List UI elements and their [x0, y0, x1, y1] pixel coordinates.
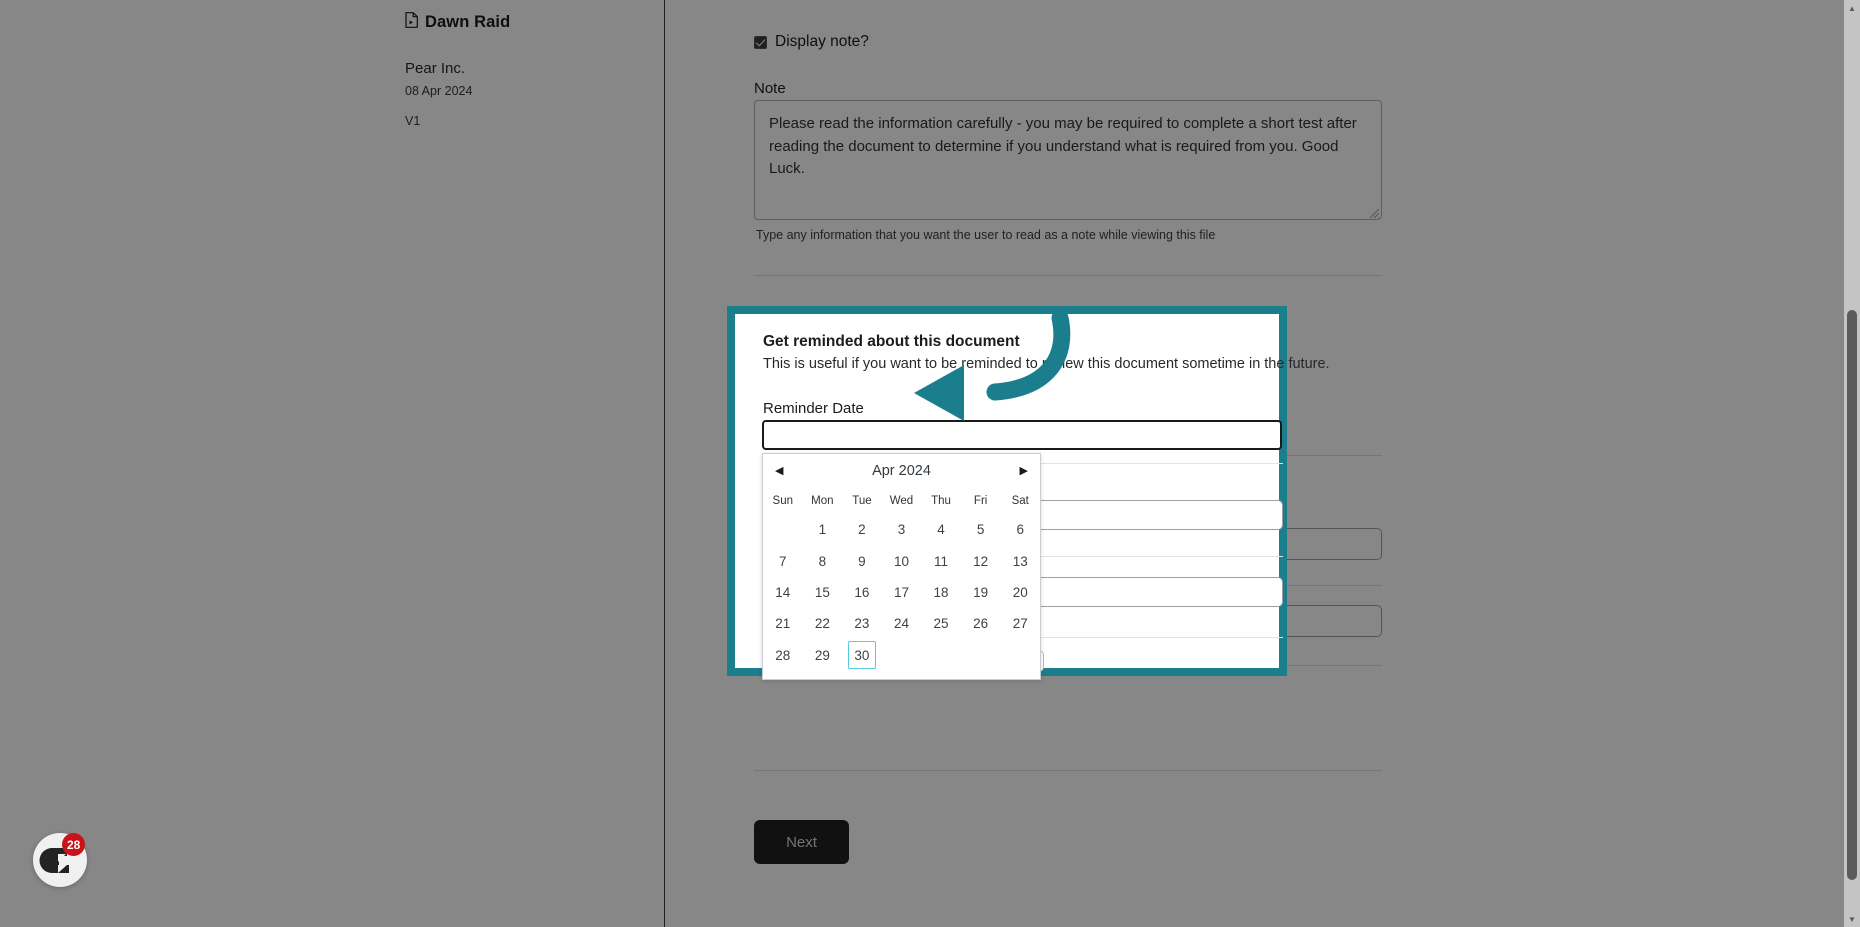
datepicker-day-28[interactable]: 28 — [763, 640, 803, 671]
datepicker-weekday: Thu — [931, 495, 951, 507]
prev-month-icon[interactable]: ◀ — [775, 465, 783, 477]
datepicker-day-7[interactable]: 7 — [763, 545, 803, 576]
document-title-text: Dawn Raid — [425, 13, 511, 31]
form-divider — [754, 275, 1382, 276]
datepicker-day-15[interactable]: 15 — [803, 577, 843, 608]
datepicker-day-1[interactable]: 1 — [803, 514, 843, 545]
datepicker-day-3[interactable]: 3 — [882, 514, 922, 545]
datepicker-day-16[interactable]: 16 — [842, 577, 882, 608]
datepicker-day-20[interactable]: 20 — [1000, 577, 1040, 608]
document-version: V1 — [405, 114, 421, 128]
form-divider — [754, 770, 1382, 771]
next-month-icon[interactable]: ▶ — [1020, 465, 1028, 477]
scroll-down-icon[interactable]: ▼ — [1844, 911, 1860, 927]
datepicker-day-23[interactable]: 23 — [842, 608, 882, 639]
datepicker-day-17[interactable]: 17 — [882, 577, 922, 608]
document-date: 08 Apr 2024 — [405, 84, 473, 98]
vertical-scrollbar[interactable]: ▲ ▼ — [1844, 0, 1860, 927]
datepicker-day-27[interactable]: 27 — [1000, 608, 1040, 639]
datepicker-weekday: Wed — [889, 495, 914, 507]
reminder-date-label: Reminder Date — [763, 400, 864, 417]
datepicker-day-24[interactable]: 24 — [882, 608, 922, 639]
file-video-icon — [405, 12, 418, 33]
datepicker-day-19[interactable]: 19 — [961, 577, 1001, 608]
scroll-up-icon[interactable]: ▲ — [1844, 0, 1860, 16]
reminder-panel-highlight: Get reminded about this document This is… — [727, 306, 1330, 680]
display-note-checkbox[interactable] — [754, 35, 767, 49]
reminder-date-input[interactable] — [762, 420, 1282, 450]
datepicker-day-6[interactable]: 6 — [1000, 514, 1040, 545]
datepicker-day-12[interactable]: 12 — [961, 545, 1001, 576]
datepicker-day-11[interactable]: 11 — [921, 545, 961, 576]
datepicker-weekday: Tue — [852, 495, 872, 507]
datepicker-day-10[interactable]: 10 — [882, 545, 922, 576]
datepicker-day-21[interactable]: 21 — [763, 608, 803, 639]
datepicker-weekday: Fri — [973, 495, 988, 507]
datepicker-day-9[interactable]: 9 — [842, 545, 882, 576]
note-textarea[interactable] — [754, 100, 1382, 220]
display-note-label: Display note? — [775, 33, 869, 50]
scrollbar-thumb[interactable] — [1847, 310, 1857, 880]
datepicker-day-25[interactable]: 25 — [921, 608, 961, 639]
datepicker-weekday: Sat — [1011, 495, 1029, 507]
datepicker-weekday: Sun — [772, 495, 794, 507]
datepicker-day-14[interactable]: 14 — [763, 577, 803, 608]
datepicker-day-5[interactable]: 5 — [961, 514, 1001, 545]
datepicker-day-22[interactable]: 22 — [803, 608, 843, 639]
datepicker-header: ◀ Apr 2024 ▶ — [763, 454, 1040, 488]
reminder-panel-subtitle: This is useful if you want to be reminde… — [763, 356, 1330, 372]
datepicker-day-29[interactable]: 29 — [803, 640, 843, 671]
datepicker-weekday: Mon — [811, 495, 834, 507]
datepicker-popup: ◀ Apr 2024 ▶ Sun Mon Tue Wed Thu Fri Sat 12345… — [762, 453, 1041, 680]
organisation-name: Pear Inc. — [405, 60, 466, 77]
reminder-panel: Get reminded about this document This is… — [735, 314, 1330, 680]
datepicker-day-26[interactable]: 26 — [961, 608, 1001, 639]
document-sidebar: Dawn Raid Pear Inc. 08 Apr 2024 V1 — [0, 0, 665, 927]
datepicker-day-18[interactable]: 18 — [921, 577, 961, 608]
datepicker-day-4[interactable]: 4 — [921, 514, 961, 545]
datepicker-day-30[interactable]: 30 — [847, 641, 876, 670]
datepicker-day-grid: 1 2 3 4 5 6 7 8 9 10 11 12 13 14 15 16 17 18 19 20 21 22 23 24 2… — [763, 514, 1040, 671]
reminder-panel-title: Get reminded about this document — [763, 333, 1020, 350]
datepicker-month-year: Apr 2024 — [872, 463, 931, 479]
datepicker-empty-cell — [763, 514, 803, 545]
datepicker-day-2[interactable]: 2 — [842, 514, 882, 545]
datepicker-weekday-row: Sun Mon Tue Wed Thu Fri Sat — [763, 488, 1040, 514]
note-label: Note — [754, 80, 786, 97]
datepicker-day-13[interactable]: 13 — [1000, 545, 1040, 576]
next-button[interactable]: Next — [754, 820, 849, 864]
datepicker-day-8[interactable]: 8 — [803, 545, 843, 576]
display-note-row[interactable]: Display note? — [754, 33, 869, 51]
note-help-text: Type any information that you want the u… — [756, 228, 1216, 242]
document-title-row: Dawn Raid — [405, 12, 510, 33]
